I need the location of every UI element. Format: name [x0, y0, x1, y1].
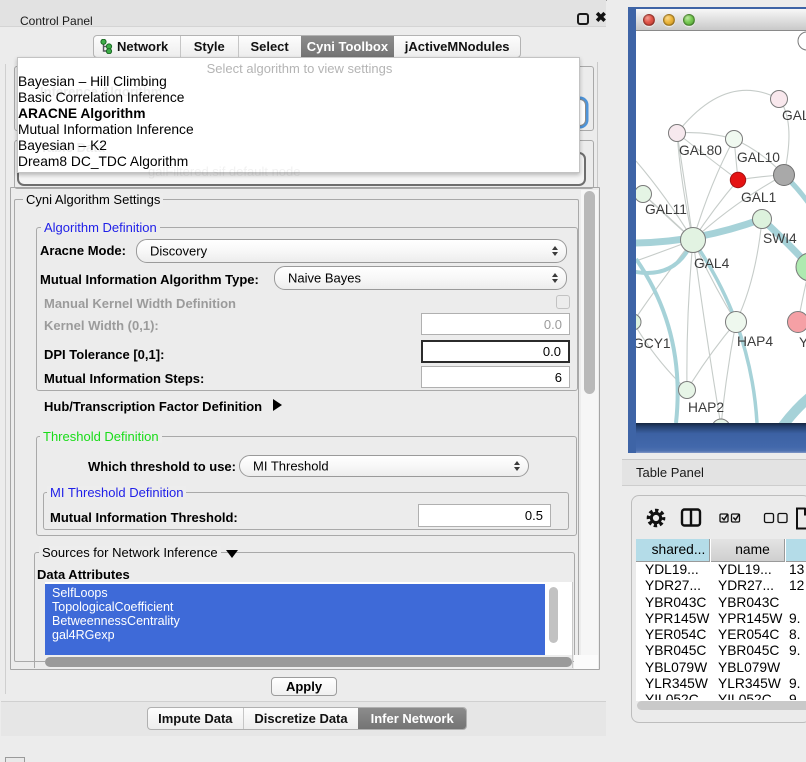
svg-text:GAL4: GAL4 [694, 256, 730, 271]
svg-text:HAP2: HAP2 [688, 400, 724, 415]
svg-text:Y: Y [799, 335, 806, 350]
svg-text:GAL8: GAL8 [782, 108, 806, 123]
svg-text:HAP4: HAP4 [737, 334, 773, 349]
svg-text:GAL1: GAL1 [741, 190, 776, 205]
svg-text:GAL10: GAL10 [737, 150, 780, 165]
svg-text:SWI4: SWI4 [763, 231, 797, 246]
svg-text:GCY1: GCY1 [636, 336, 671, 351]
svg-text:GAL80: GAL80 [679, 143, 722, 158]
svg-text:GAL11: GAL11 [645, 202, 687, 217]
